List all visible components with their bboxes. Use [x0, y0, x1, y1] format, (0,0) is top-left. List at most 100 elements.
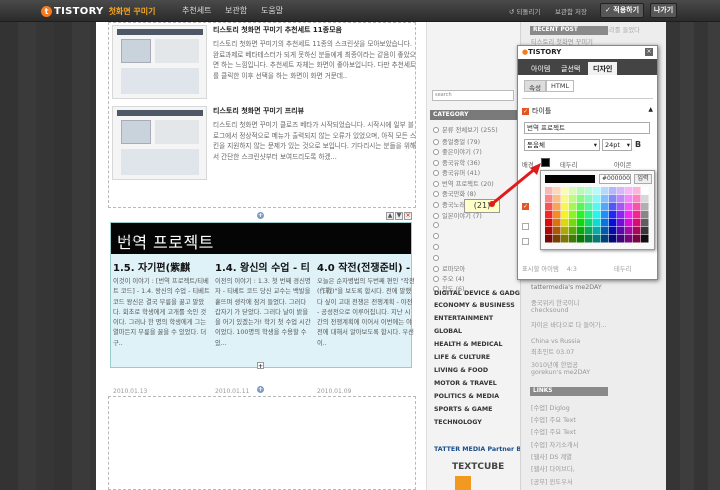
font-select[interactable]: 돋움체 ▾ [524, 139, 600, 151]
comment-item[interactable]: China vs Russia [531, 338, 580, 345]
comment-item[interactable]: 중국위키 한국이니 [531, 298, 579, 307]
color-swatch[interactable] [585, 203, 593, 211]
tistory-logo[interactable]: t TISTORY 첫화면 꾸미기 [41, 4, 156, 18]
color-swatch[interactable] [577, 235, 585, 243]
color-swatch[interactable] [545, 219, 553, 227]
post-thumbnail[interactable] [112, 25, 207, 99]
color-swatch[interactable] [593, 235, 601, 243]
tag-item[interactable]: ENTERTAINMENT [434, 315, 493, 322]
color-swatch[interactable] [601, 227, 609, 235]
tag-item[interactable]: POLITICS & MEDIA [434, 393, 499, 400]
font-size-select[interactable]: 24pt ▾ [602, 139, 632, 151]
post-title[interactable]: 티스토리 첫화면 꾸미기 프리뷰 [213, 106, 304, 116]
category-item[interactable]: 중국만화 (8) [433, 189, 476, 198]
color-swatch[interactable] [625, 195, 633, 203]
color-swatch[interactable] [625, 227, 633, 235]
color-swatch[interactable] [625, 211, 633, 219]
category-item[interactable]: 로마모아 [433, 264, 465, 273]
menu-recommend-set[interactable]: 추천세트 [182, 5, 211, 16]
collapse-icon[interactable]: ▲ [648, 106, 653, 113]
color-swatch[interactable] [577, 227, 585, 235]
color-swatch[interactable] [569, 203, 577, 211]
color-swatch[interactable] [609, 195, 617, 203]
color-swatch[interactable] [609, 203, 617, 211]
color-swatch[interactable] [609, 235, 617, 243]
apply-button[interactable]: ✓ 적용하기 [600, 3, 644, 18]
link-item[interactable]: [공부] 윈도우서 [531, 477, 573, 486]
article-column[interactable]: 1.5. 자기편(紫麒 이것이 이야기 : [번역 프로젝트/티베트 코드] -… [113, 259, 211, 395]
article-heading[interactable]: 1.4. 왕신의 수업 - 티 [215, 259, 313, 274]
color-swatch[interactable] [577, 211, 585, 219]
post-title[interactable]: 티스토리 첫화면 꾸미기 추천세트 11종모음 [213, 25, 342, 35]
color-swatch[interactable] [577, 219, 585, 227]
post-thumbnail[interactable] [112, 106, 207, 180]
category-item[interactable]: 주오 (4) [433, 274, 465, 283]
color-swatch[interactable] [553, 227, 561, 235]
color-swatch[interactable] [617, 211, 625, 219]
color-swatch[interactable] [585, 227, 593, 235]
category-item[interactable] [433, 244, 442, 251]
color-swatch[interactable] [593, 187, 601, 195]
tab-html[interactable]: HTML [546, 80, 575, 92]
color-picker[interactable]: #000000 입력 [540, 170, 655, 250]
color-swatch[interactable] [641, 195, 649, 203]
color-swatch[interactable] [553, 235, 561, 243]
comment-item[interactable]: 자이온 바다으로 다 들어가... [531, 320, 607, 329]
color-swatch[interactable] [617, 235, 625, 243]
tab-post-select[interactable]: 글선택 [556, 62, 585, 75]
color-swatch[interactable] [553, 211, 561, 219]
category-item[interactable] [433, 233, 442, 240]
color-swatch[interactable] [625, 203, 633, 211]
color-swatch[interactable] [577, 195, 585, 203]
color-swatch[interactable] [545, 211, 553, 219]
tag-item[interactable]: SPORTS & GAME [434, 406, 492, 413]
comment-item[interactable]: gorekun's me2DAY [531, 369, 590, 376]
category-item[interactable]: 번역 프로젝트 (20) [433, 179, 494, 188]
link-item[interactable]: [웹사] DS 계열 [531, 452, 572, 461]
category-item[interactable]: 중국유머 (41) [433, 168, 480, 177]
color-swatch[interactable] [641, 227, 649, 235]
color-swatch[interactable] [617, 203, 625, 211]
empty-module-slot[interactable] [108, 396, 416, 490]
color-swatch[interactable] [561, 219, 569, 227]
color-swatch[interactable] [633, 203, 641, 211]
category-item[interactable]: 중얼중얼 (79) [433, 137, 480, 146]
color-swatch[interactable] [617, 187, 625, 195]
article-column[interactable]: 4.0 작전(전쟁준비) - 오늘은 순자병법의 두번째 편인 "작전(作戰)"… [317, 259, 415, 395]
color-swatch[interactable] [585, 211, 593, 219]
move-up-icon[interactable]: ▲ [386, 212, 394, 220]
category-item[interactable] [433, 222, 442, 229]
color-swatch[interactable] [593, 219, 601, 227]
color-swatch[interactable] [569, 227, 577, 235]
more-link[interactable]: 더보기▾ [120, 235, 140, 244]
menu-storage[interactable]: 보관함 [225, 5, 247, 16]
color-swatch[interactable] [609, 211, 617, 219]
color-swatch[interactable] [561, 227, 569, 235]
color-swatch[interactable] [601, 195, 609, 203]
hex-apply-button[interactable]: 입력 [634, 174, 652, 184]
color-swatch[interactable] [561, 195, 569, 203]
color-swatch[interactable] [545, 235, 553, 243]
color-swatch[interactable] [553, 187, 561, 195]
color-swatch[interactable] [641, 211, 649, 219]
color-swatch[interactable] [641, 219, 649, 227]
article-column[interactable]: 1.4. 왕신의 수업 - 티 이전의 이야기 : 1.3. 첫 번째 경신명자… [215, 259, 313, 395]
undo-link[interactable]: ↺ 되돌리기 [509, 6, 540, 16]
category-item[interactable]: 좋은이야기 (7) [433, 147, 482, 156]
color-swatch[interactable] [561, 235, 569, 243]
comment-item[interactable]: 3010년에 한업공 [531, 360, 578, 369]
color-swatch[interactable] [553, 219, 561, 227]
color-swatch[interactable] [601, 235, 609, 243]
link-item[interactable]: [수업] 주요 Text [531, 427, 576, 436]
color-swatch[interactable] [593, 211, 601, 219]
add-module-icon[interactable]: + [257, 386, 264, 393]
color-swatch[interactable] [593, 227, 601, 235]
comment-item[interactable]: checksound [531, 307, 569, 314]
tag-item[interactable]: LIVING & FOOD [434, 367, 488, 374]
category-item[interactable] [433, 255, 442, 262]
color-swatch[interactable] [545, 227, 553, 235]
color-swatch[interactable] [577, 203, 585, 211]
color-swatch[interactable] [601, 203, 609, 211]
color-swatch[interactable] [585, 219, 593, 227]
hex-input[interactable]: #000000 [599, 174, 631, 184]
